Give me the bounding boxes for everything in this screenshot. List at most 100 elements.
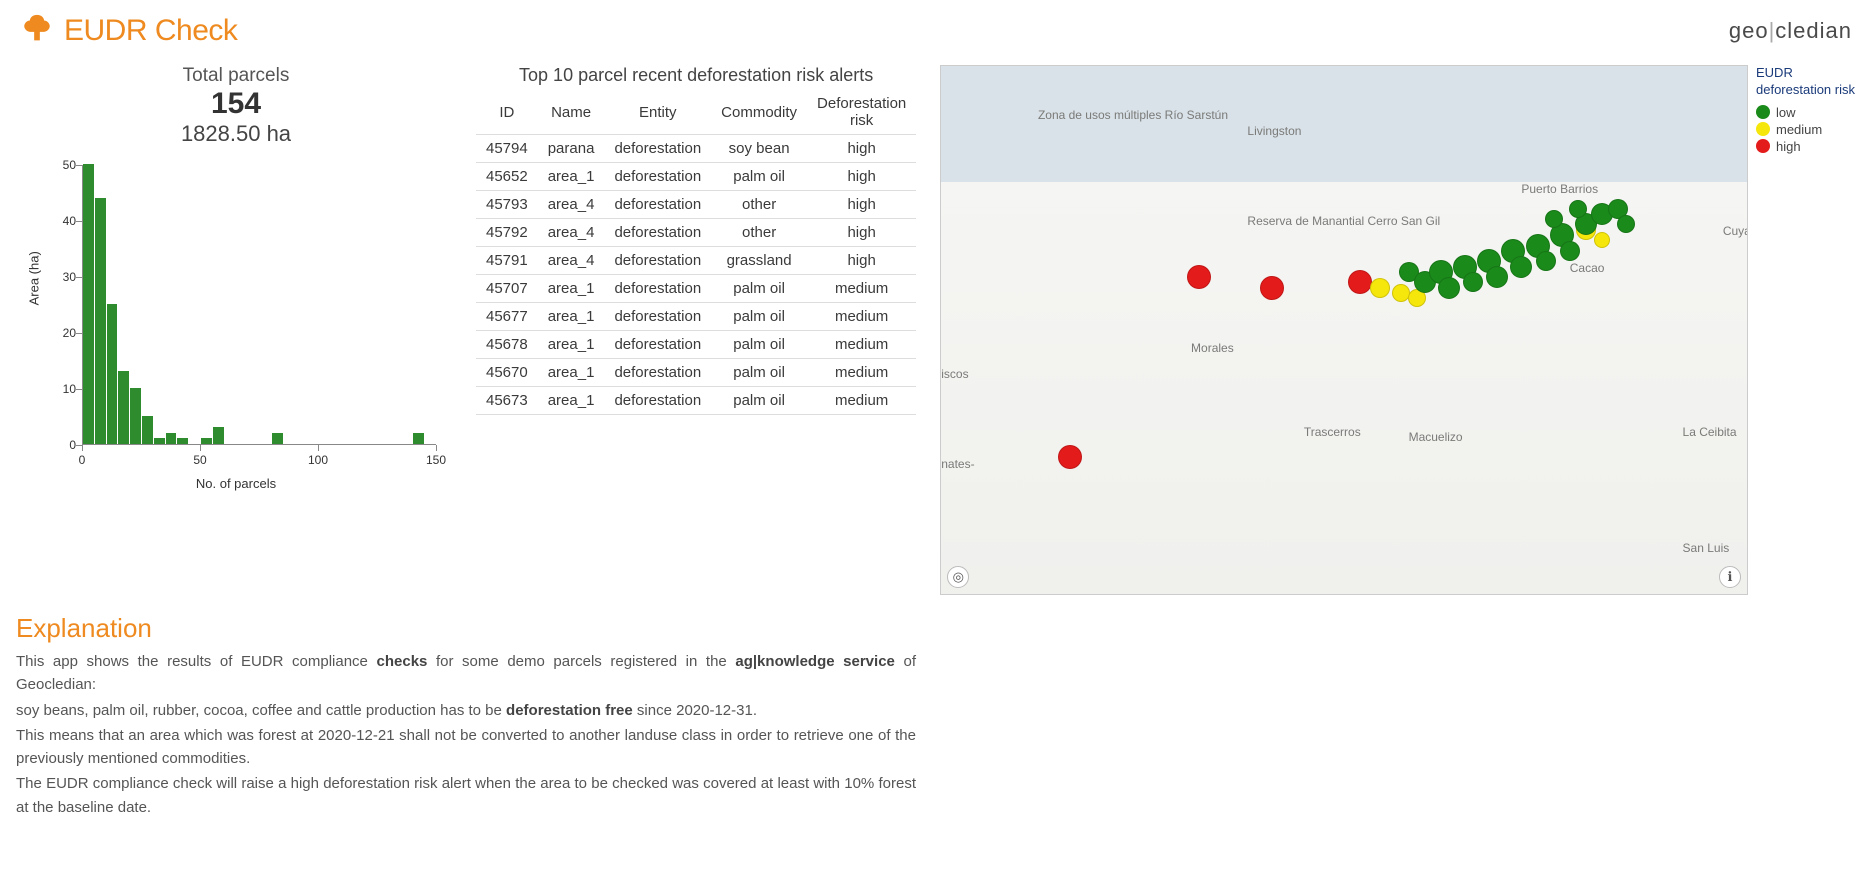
histogram-bar[interactable] [413, 433, 424, 444]
summary-area: 1828.50 ha [16, 121, 456, 147]
map-place-label: San Luis [1683, 541, 1730, 555]
histogram-bar[interactable] [166, 433, 177, 444]
histogram-bar[interactable] [142, 416, 153, 444]
table-cell: other [711, 191, 807, 219]
histogram-bar[interactable] [177, 438, 188, 444]
histogram-bar[interactable] [118, 371, 129, 444]
legend-item[interactable]: high [1756, 139, 1856, 154]
summary-count: 154 [16, 87, 456, 121]
map-parcel-dot[interactable] [1617, 215, 1635, 233]
map-parcel-dot[interactable] [1560, 241, 1580, 261]
explanation-p3: This means that an area which was forest… [16, 724, 916, 771]
table-cell: grassland [711, 247, 807, 275]
map-place-label: La Ceibita [1683, 425, 1737, 439]
legend-swatch [1756, 105, 1770, 119]
table-header[interactable]: Commodity [711, 90, 807, 135]
table-row[interactable]: 45678area_1deforestationpalm oilmedium [476, 331, 916, 359]
histogram-bar[interactable] [107, 304, 118, 444]
risk-map[interactable]: ◎ ℹ Zona de usos múltiples Río Sarstún Li… [940, 65, 1748, 595]
table-cell: palm oil [711, 387, 807, 415]
table-cell: area_1 [538, 387, 605, 415]
histogram-bar[interactable] [130, 388, 141, 444]
table-cell: area_1 [538, 359, 605, 387]
map-parcel-dot[interactable] [1348, 270, 1372, 294]
map-place-label: Cacao [1570, 261, 1605, 275]
table-cell: area_4 [538, 247, 605, 275]
histogram-bar[interactable] [272, 433, 283, 444]
table-cell: 45794 [476, 135, 538, 163]
table-cell: other [711, 219, 807, 247]
table-cell: high [807, 247, 916, 275]
table-row[interactable]: 45673area_1deforestationpalm oilmedium [476, 387, 916, 415]
histogram-bar[interactable] [83, 164, 94, 444]
table-cell: area_1 [538, 331, 605, 359]
table-row[interactable]: 45670area_1deforestationpalm oilmedium [476, 359, 916, 387]
table-cell: 45793 [476, 191, 538, 219]
legend-label: low [1776, 105, 1796, 120]
explanation-p4: The EUDR compliance check will raise a h… [16, 772, 916, 819]
legend-label: high [1776, 139, 1801, 154]
table-cell: medium [807, 331, 916, 359]
table-cell: medium [807, 275, 916, 303]
table-cell: palm oil [711, 359, 807, 387]
table-row[interactable]: 45652area_1deforestationpalm oilhigh [476, 163, 916, 191]
table-cell: 45791 [476, 247, 538, 275]
table-row[interactable]: 45794paranadeforestationsoy beanhigh [476, 135, 916, 163]
table-header[interactable]: ID [476, 90, 538, 135]
map-parcel-dot[interactable] [1486, 266, 1508, 288]
legend-swatch [1756, 139, 1770, 153]
map-parcel-dot[interactable] [1260, 276, 1284, 300]
table-cell: palm oil [711, 331, 807, 359]
legend-item[interactable]: low [1756, 105, 1856, 120]
map-parcel-dot[interactable] [1510, 256, 1532, 278]
table-cell: 45652 [476, 163, 538, 191]
map-parcel-dot[interactable] [1438, 277, 1460, 299]
locate-icon[interactable]: ◎ [947, 566, 969, 588]
table-cell: 45677 [476, 303, 538, 331]
table-row[interactable]: 45677area_1deforestationpalm oilmedium [476, 303, 916, 331]
histogram-bar[interactable] [95, 198, 106, 444]
map-parcel-dot[interactable] [1536, 251, 1556, 271]
brand-logo: geo|cledian [1729, 18, 1852, 44]
map-parcel-dot[interactable] [1545, 210, 1563, 228]
area-histogram[interactable]: Area (ha) No. of parcels 010203040500501… [26, 155, 446, 495]
legend-item[interactable]: medium [1756, 122, 1856, 137]
table-row[interactable]: 45792area_4deforestationotherhigh [476, 219, 916, 247]
map-parcel-dot[interactable] [1594, 232, 1610, 248]
table-cell: medium [807, 359, 916, 387]
explanation-p2: soy beans, palm oil, rubber, cocoa, coff… [16, 699, 916, 722]
table-header[interactable]: Entity [604, 90, 711, 135]
table-cell: high [807, 163, 916, 191]
map-place-label: Puerto Barrios [1521, 182, 1598, 196]
map-place-label: Livingston [1247, 124, 1301, 138]
table-row[interactable]: 45791area_4deforestationgrasslandhigh [476, 247, 916, 275]
legend-label: medium [1776, 122, 1822, 137]
map-place-label: Zona de usos múltiples Río Sarstún [1038, 108, 1228, 122]
table-cell: 45707 [476, 275, 538, 303]
map-parcel-dot[interactable] [1187, 265, 1211, 289]
histogram-bar[interactable] [154, 438, 165, 444]
table-row[interactable]: 45707area_1deforestationpalm oilmedium [476, 275, 916, 303]
explanation-p1: This app shows the results of EUDR compl… [16, 650, 916, 697]
table-row[interactable]: 45793area_4deforestationotherhigh [476, 191, 916, 219]
table-cell: deforestation [604, 275, 711, 303]
map-parcel-dot[interactable] [1058, 445, 1082, 469]
map-parcel-dot[interactable] [1569, 200, 1587, 218]
table-cell: deforestation [604, 387, 711, 415]
explanation-section: Explanation This app shows the results o… [16, 613, 916, 819]
risk-table: Top 10 parcel recent deforestation risk … [476, 65, 916, 495]
explanation-heading: Explanation [16, 613, 916, 644]
table-cell: 45678 [476, 331, 538, 359]
histogram-bar[interactable] [201, 438, 212, 444]
map-parcel-dot[interactable] [1370, 278, 1390, 298]
map-parcel-dot[interactable] [1463, 272, 1483, 292]
map-place-label: nates- [941, 457, 974, 471]
table-cell: soy bean [711, 135, 807, 163]
table-header[interactable]: Name [538, 90, 605, 135]
table-header[interactable]: Deforestation risk [807, 90, 916, 135]
table-cell: palm oil [711, 275, 807, 303]
info-icon[interactable]: ℹ [1719, 566, 1741, 588]
map-place-label: Reserva de Manantial Cerro San Gil [1247, 214, 1440, 228]
table-cell: area_1 [538, 163, 605, 191]
histogram-bar[interactable] [213, 427, 224, 444]
